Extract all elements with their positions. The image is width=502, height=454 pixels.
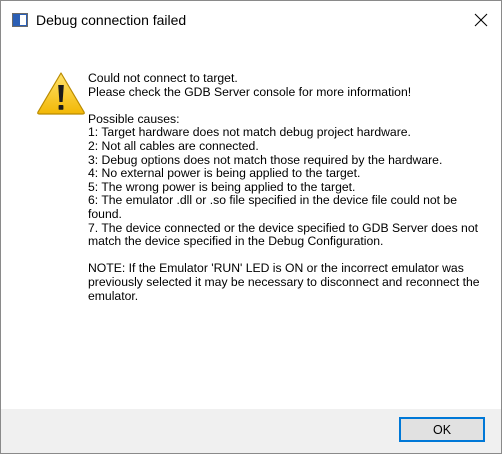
note-text: NOTE: If the Emulator 'RUN' LED is ON or…: [88, 261, 480, 303]
window-title: Debug connection failed: [36, 12, 187, 28]
error-instruction: Please check the GDB Server console for …: [88, 84, 412, 99]
app-window-icon: [12, 13, 28, 27]
cause-item: 1: Target hardware does not match debug …: [88, 125, 411, 140]
dialog-content: Could not connect to target. Please chec…: [1, 39, 501, 409]
message-text: Could not connect to target. Please chec…: [88, 71, 483, 303]
cause-item: 2: Not all cables are connected.: [88, 138, 259, 153]
causes-heading: Possible causes:: [88, 111, 180, 126]
ok-button[interactable]: OK: [399, 417, 485, 442]
button-bar: OK: [1, 409, 501, 453]
cause-item: 4: No external power is being applied to…: [88, 166, 361, 181]
cause-item: 3: Debug options does not match those re…: [88, 152, 443, 167]
error-summary: Could not connect to target.: [88, 71, 238, 85]
warning-icon: [37, 72, 85, 115]
cause-item: 7. The device connected or the device sp…: [88, 220, 478, 249]
cause-item: 5: The wrong power is being applied to t…: [88, 179, 356, 194]
close-icon: [474, 13, 488, 27]
cause-item: 6: The emulator .dll or .so file specifi…: [88, 193, 457, 221]
close-button[interactable]: [461, 1, 501, 39]
debug-connection-dialog: Debug connection failed Could not connec…: [0, 0, 502, 454]
title-bar[interactable]: Debug connection failed: [1, 1, 501, 39]
